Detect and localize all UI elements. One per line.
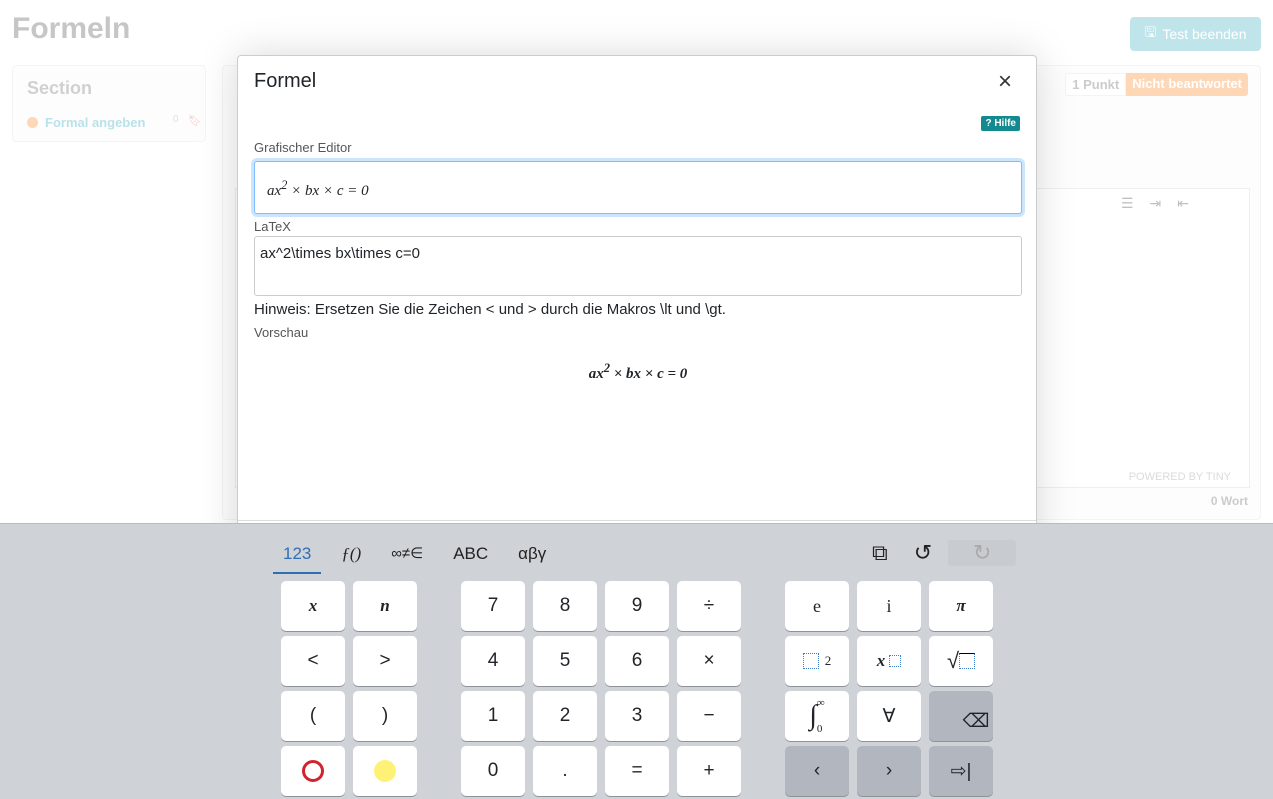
end-test-button[interactable]: 🖫 Test beenden bbox=[1130, 17, 1261, 51]
key-lt[interactable]: < bbox=[281, 636, 345, 686]
key-dot[interactable]: . bbox=[533, 746, 597, 796]
key-d6[interactable]: 6 bbox=[605, 636, 669, 686]
latex-label: LaTeX bbox=[254, 219, 291, 234]
tab-greek[interactable]: αβγ bbox=[508, 542, 556, 574]
key-e[interactable]: e bbox=[785, 581, 849, 631]
key-power[interactable]: x bbox=[857, 636, 921, 686]
page-title: Formeln bbox=[12, 12, 131, 45]
yellow-circle-icon bbox=[374, 760, 396, 782]
key-forall[interactable]: ∀ bbox=[857, 691, 921, 741]
copy-icon[interactable]: ⧉ bbox=[872, 540, 888, 566]
key-square[interactable]: 2 bbox=[785, 636, 849, 686]
section-card: Section Formal angeben 0 🔖︎ bbox=[12, 65, 206, 142]
tab-symbols[interactable]: ∞≠∈ bbox=[381, 542, 433, 574]
key-plus[interactable]: + bbox=[677, 746, 741, 796]
red-circle-icon bbox=[302, 760, 324, 782]
key-d9[interactable]: 9 bbox=[605, 581, 669, 631]
key-eq[interactable]: = bbox=[605, 746, 669, 796]
save-icon: 🖫 bbox=[1144, 24, 1157, 40]
key-d8[interactable]: 8 bbox=[533, 581, 597, 631]
formula-dialog: Formel × ? Hilfe Grafischer Editor ax2 ×… bbox=[237, 55, 1037, 575]
list-icon[interactable]: ☰ bbox=[1121, 195, 1134, 212]
graphic-editor-input[interactable]: ax2 × bx × c = 0 bbox=[254, 161, 1022, 214]
key-yellow-circle[interactable] bbox=[353, 746, 417, 796]
tab-alphabet[interactable]: ABC bbox=[443, 542, 498, 574]
key-lp[interactable]: ( bbox=[281, 691, 345, 741]
key-tab[interactable]: ⇨| bbox=[929, 746, 993, 796]
key-integral[interactable]: ∫ ∞ 0 bbox=[785, 691, 849, 741]
word-count: 0 Wort bbox=[1210, 494, 1248, 508]
bookmark-icon[interactable]: 🔖︎ bbox=[188, 114, 202, 127]
play-icon bbox=[27, 117, 38, 128]
key-n[interactable]: n bbox=[353, 581, 417, 631]
help-button[interactable]: ? Hilfe bbox=[981, 116, 1020, 131]
key-d1[interactable]: 1 bbox=[461, 691, 525, 741]
key-right[interactable]: › bbox=[857, 746, 921, 796]
key-red-circle[interactable] bbox=[281, 746, 345, 796]
item-count: 0 bbox=[173, 114, 179, 125]
key-pi[interactable]: π bbox=[929, 581, 993, 631]
latex-input[interactable]: ax^2\times bx\times c=0 bbox=[254, 236, 1022, 296]
undo-icon[interactable]: ↺ bbox=[914, 540, 932, 566]
indent-icon[interactable]: ⇥ bbox=[1150, 195, 1162, 212]
powered-by: POWERED BY TINY bbox=[1128, 471, 1231, 483]
key-d7[interactable]: 7 bbox=[461, 581, 525, 631]
key-mul[interactable]: × bbox=[677, 636, 741, 686]
dialog-title: Formel bbox=[254, 70, 317, 92]
tab-numeric[interactable]: 123 bbox=[273, 542, 322, 574]
key-d2[interactable]: 2 bbox=[533, 691, 597, 741]
editor-toolbar: ☰ ⇥ ⇤ bbox=[1121, 195, 1189, 212]
points-badge: 1 Punkt bbox=[1065, 73, 1127, 96]
math-keyboard: 123 ƒ() ∞≠∈ ABC αβγ ⧉ ↺ ↻ x n 7 8 9 ÷ e i π < >4 5 6… bbox=[0, 523, 1273, 799]
key-minus[interactable]: − bbox=[677, 691, 741, 741]
section-title: Section bbox=[27, 78, 93, 98]
key-d3[interactable]: 3 bbox=[605, 691, 669, 741]
hint-text: Hinweis: Ersetzen Sie die Zeichen < und … bbox=[254, 301, 726, 318]
key-rp[interactable]: ) bbox=[353, 691, 417, 741]
key-sqrt[interactable]: √ bbox=[929, 636, 993, 686]
formula-preview: ax2 × bx × c = 0 bbox=[588, 361, 688, 382]
key-d4[interactable]: 4 bbox=[461, 636, 525, 686]
key-div[interactable]: ÷ bbox=[677, 581, 741, 631]
key-i[interactable]: i bbox=[857, 581, 921, 631]
key-x[interactable]: x bbox=[281, 581, 345, 631]
graphic-editor-label: Grafischer Editor bbox=[254, 140, 352, 155]
outdent-icon[interactable]: ⇤ bbox=[1177, 195, 1189, 212]
key-d0[interactable]: 0 bbox=[461, 746, 525, 796]
section-item[interactable]: Formal angeben bbox=[27, 115, 145, 130]
backspace-icon: ⌫ bbox=[962, 710, 990, 732]
tab-functions[interactable]: ƒ() bbox=[331, 542, 371, 574]
preview-label: Vorschau bbox=[254, 325, 309, 340]
tab-next-icon: ⇨| bbox=[950, 760, 972, 782]
redo-icon[interactable]: ↻ bbox=[948, 540, 1017, 566]
status-badge: Nicht beantwortet bbox=[1126, 73, 1248, 96]
key-left[interactable]: ‹ bbox=[785, 746, 849, 796]
key-d5[interactable]: 5 bbox=[533, 636, 597, 686]
close-icon[interactable]: × bbox=[998, 68, 1012, 96]
key-gt[interactable]: > bbox=[353, 636, 417, 686]
key-backspace[interactable]: ⌫ bbox=[929, 691, 993, 741]
dialog-footer bbox=[238, 520, 1036, 521]
